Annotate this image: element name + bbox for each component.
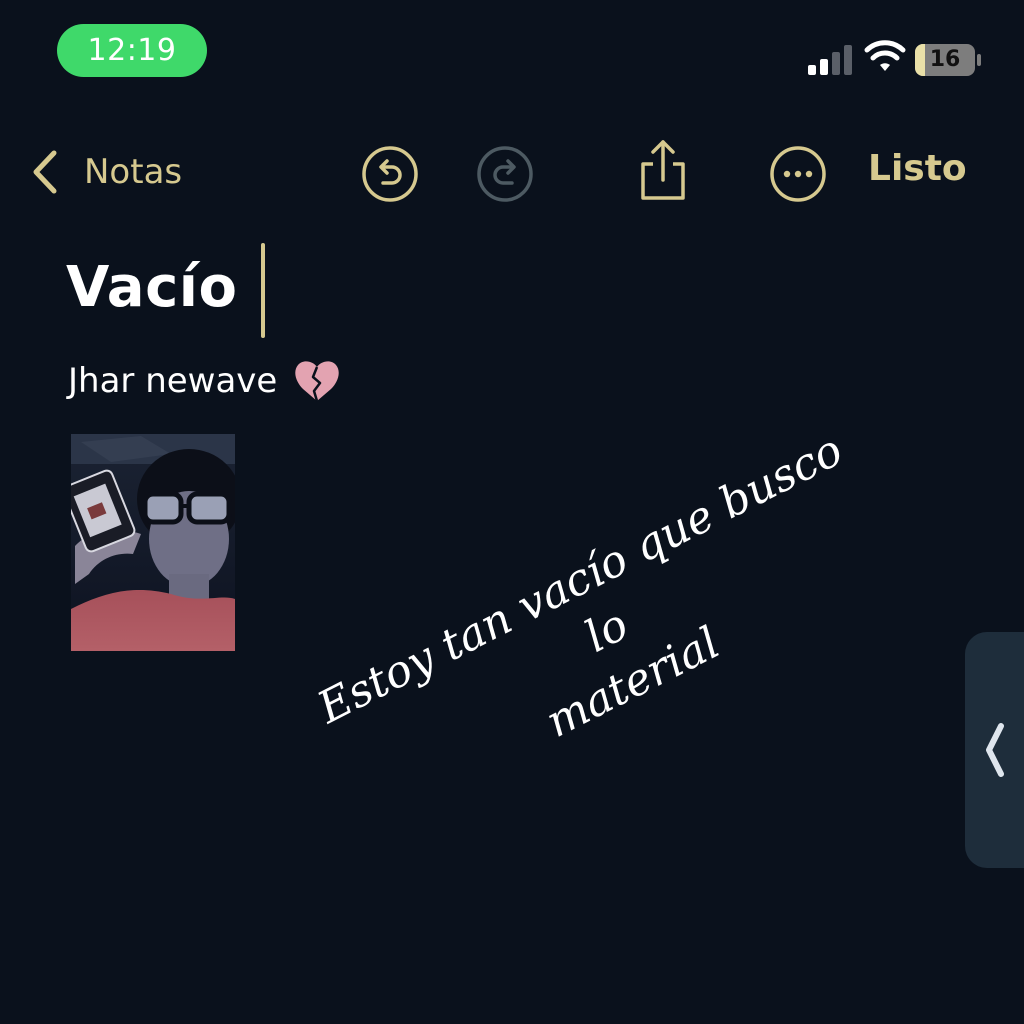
note-subtitle: Jhar newave xyxy=(68,361,278,401)
back-button[interactable]: Notas xyxy=(28,142,182,202)
notes-screen: 12:19 16 Notas Listo Vacío Jhar newave E… xyxy=(0,0,1024,1024)
redo-icon[interactable] xyxy=(476,145,534,203)
undo-icon[interactable] xyxy=(361,145,419,203)
chevron-left-icon xyxy=(986,723,1004,777)
text-cursor xyxy=(261,243,265,338)
status-time[interactable]: 12:19 xyxy=(57,24,207,77)
battery-nub xyxy=(977,54,981,66)
battery-level: 16 xyxy=(929,47,961,72)
photo-image xyxy=(71,434,235,651)
share-icon[interactable] xyxy=(635,138,691,204)
more-icon[interactable] xyxy=(769,145,827,203)
back-label: Notas xyxy=(84,152,183,192)
chevron-left-icon xyxy=(33,150,57,194)
battery-body: 16 xyxy=(915,44,975,76)
wifi-icon xyxy=(864,40,906,71)
side-panel-handle[interactable] xyxy=(965,632,1024,868)
broken-heart-icon xyxy=(295,361,340,402)
photo-thumbnail[interactable] xyxy=(71,434,235,651)
note-subtitle-line[interactable]: Jhar newave xyxy=(68,359,341,403)
battery-icon: 16 xyxy=(915,44,981,76)
done-button[interactable]: Listo xyxy=(868,148,967,189)
signal-icon xyxy=(808,45,852,75)
note-title[interactable]: Vacío xyxy=(66,255,237,320)
handwritten-caption: Estoy tan vacío que busco lo material xyxy=(300,418,914,845)
